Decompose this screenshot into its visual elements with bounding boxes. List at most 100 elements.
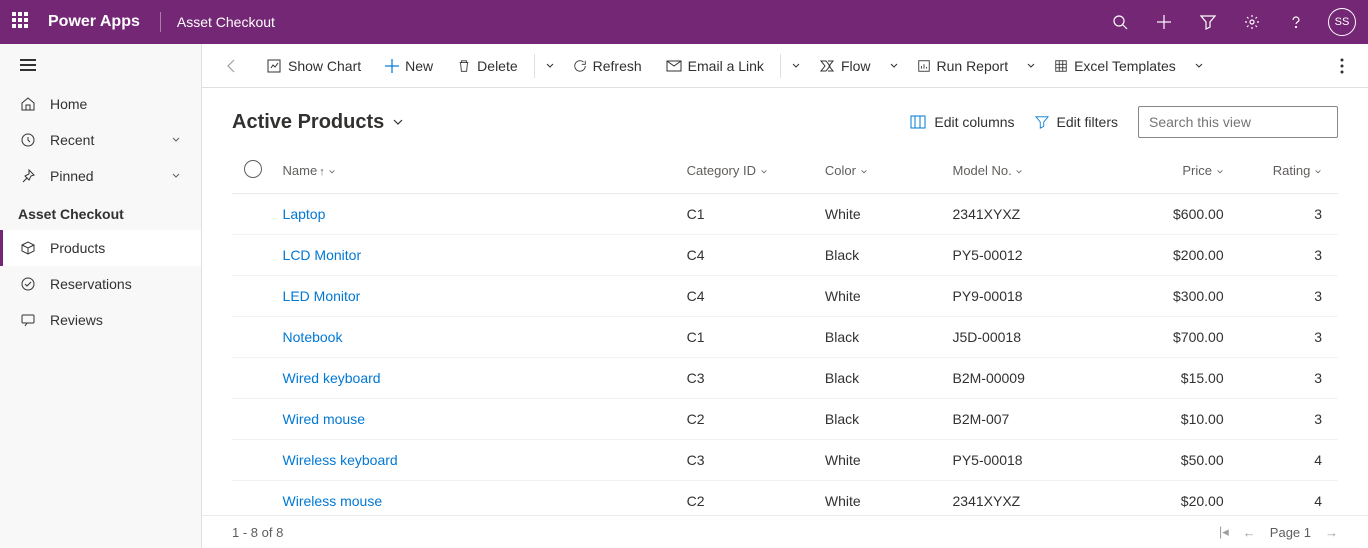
app-launcher-icon[interactable] [12, 12, 32, 32]
show-chart-button[interactable]: Show Chart [256, 52, 371, 80]
table-row[interactable]: Wired keyboard C3 Black B2M-00009 $15.00… [232, 358, 1338, 399]
global-header: Power Apps Asset Checkout SS [0, 0, 1368, 44]
row-select[interactable] [232, 235, 275, 276]
col-model[interactable]: Model No. [945, 148, 1126, 194]
product-link[interactable]: Notebook [283, 329, 343, 345]
col-category[interactable]: Category ID [679, 148, 817, 194]
flow-dropdown[interactable] [885, 55, 903, 77]
col-color[interactable]: Color [817, 148, 945, 194]
page-label: Page 1 [1270, 525, 1311, 540]
report-dropdown[interactable] [1022, 55, 1040, 77]
cell-color: Black [817, 235, 945, 276]
run-report-button[interactable]: Run Report [907, 52, 1019, 80]
new-button[interactable]: New [375, 52, 443, 80]
edit-filters-button[interactable]: Edit filters [1035, 114, 1118, 130]
product-link[interactable]: Laptop [283, 206, 326, 222]
col-rating[interactable]: Rating [1232, 148, 1338, 194]
cell-price: $700.00 [1125, 317, 1231, 358]
nav-label: Reservations [50, 276, 132, 292]
cell-model: J5D-00018 [945, 317, 1126, 358]
view-selector[interactable]: Active Products [232, 111, 404, 134]
product-link[interactable]: LCD Monitor [283, 247, 362, 263]
cell-color: White [817, 276, 945, 317]
row-select[interactable] [232, 440, 275, 481]
prev-page-button[interactable]: ← [1243, 525, 1256, 540]
flow-button[interactable]: Flow [809, 52, 881, 80]
select-all-header[interactable] [232, 148, 275, 194]
search-input-container[interactable] [1138, 106, 1338, 138]
delete-button[interactable]: Delete [447, 52, 527, 80]
email-dropdown[interactable] [787, 55, 805, 77]
help-icon[interactable] [1284, 10, 1308, 34]
cell-rating: 3 [1232, 358, 1338, 399]
product-link[interactable]: Wireless mouse [283, 493, 383, 509]
sidebar-section: Asset Checkout [0, 194, 201, 230]
chevron-down-icon [1015, 168, 1023, 176]
row-select[interactable] [232, 317, 275, 358]
col-price[interactable]: Price [1125, 148, 1231, 194]
settings-icon[interactable] [1240, 10, 1264, 34]
cell-name: Laptop [275, 194, 679, 235]
filter-icon[interactable] [1196, 10, 1220, 34]
cell-price: $200.00 [1125, 235, 1231, 276]
cell-model: PY9-00018 [945, 276, 1126, 317]
hamburger-icon[interactable] [0, 44, 201, 86]
cell-color: White [817, 481, 945, 516]
row-select[interactable] [232, 358, 275, 399]
product-link[interactable]: LED Monitor [283, 288, 361, 304]
first-page-button[interactable]: |◂ [1219, 524, 1229, 540]
cell-rating: 3 [1232, 276, 1338, 317]
row-select[interactable] [232, 276, 275, 317]
cell-category: C2 [679, 399, 817, 440]
refresh-button[interactable]: Refresh [563, 52, 652, 80]
cmd-label: Show Chart [288, 58, 361, 74]
email-link-button[interactable]: Email a Link [656, 52, 774, 80]
table-row[interactable]: Wireless keyboard C3 White PY5-00018 $50… [232, 440, 1338, 481]
command-bar: Show Chart New Delete Refresh Email a Li… [202, 44, 1368, 88]
table-row[interactable]: Wireless mouse C2 White 2341XYXZ $20.00 … [232, 481, 1338, 516]
nav-label: Reviews [50, 312, 103, 328]
col-name[interactable]: Name↑ [275, 148, 679, 194]
nav-pinned[interactable]: Pinned [0, 158, 201, 194]
excel-dropdown[interactable] [1190, 55, 1208, 77]
row-select[interactable] [232, 399, 275, 440]
search-icon[interactable] [1108, 10, 1132, 34]
cell-model: PY5-00012 [945, 235, 1126, 276]
nav-home[interactable]: Home [0, 86, 201, 122]
row-select[interactable] [232, 194, 275, 235]
table-row[interactable]: Laptop C1 White 2341XYXZ $600.00 3 [232, 194, 1338, 235]
cell-rating: 4 [1232, 481, 1338, 516]
user-avatar[interactable]: SS [1328, 8, 1356, 36]
nav-label: Pinned [50, 168, 94, 184]
cell-rating: 4 [1232, 440, 1338, 481]
cell-category: C3 [679, 440, 817, 481]
chevron-down-icon [328, 168, 336, 176]
table-row[interactable]: LED Monitor C4 White PY9-00018 $300.00 3 [232, 276, 1338, 317]
nav-reviews[interactable]: Reviews [0, 302, 201, 338]
search-input[interactable] [1149, 114, 1330, 130]
app-name: Power Apps [48, 13, 140, 31]
cell-name: Wireless keyboard [275, 440, 679, 481]
product-link[interactable]: Wireless keyboard [283, 452, 398, 468]
add-icon[interactable] [1152, 10, 1176, 34]
cell-price: $600.00 [1125, 194, 1231, 235]
cell-rating: 3 [1232, 235, 1338, 276]
nav-reservations[interactable]: Reservations [0, 266, 201, 302]
back-button[interactable] [216, 52, 248, 80]
product-link[interactable]: Wired keyboard [283, 370, 381, 386]
table-row[interactable]: Notebook C1 Black J5D-00018 $700.00 3 [232, 317, 1338, 358]
edit-columns-button[interactable]: Edit columns [910, 114, 1014, 130]
excel-templates-button[interactable]: Excel Templates [1044, 52, 1186, 80]
nav-products[interactable]: Products [0, 230, 201, 266]
next-page-button[interactable]: → [1325, 525, 1338, 540]
home-icon [20, 96, 36, 112]
cmd-label: Excel Templates [1074, 58, 1176, 74]
more-commands-button[interactable] [1330, 52, 1354, 80]
table-row[interactable]: Wired mouse C2 Black B2M-007 $10.00 3 [232, 399, 1338, 440]
row-select[interactable] [232, 481, 275, 516]
cell-model: PY5-00018 [945, 440, 1126, 481]
product-link[interactable]: Wired mouse [283, 411, 365, 427]
delete-dropdown[interactable] [541, 55, 559, 77]
table-row[interactable]: LCD Monitor C4 Black PY5-00012 $200.00 3 [232, 235, 1338, 276]
nav-recent[interactable]: Recent [0, 122, 201, 158]
